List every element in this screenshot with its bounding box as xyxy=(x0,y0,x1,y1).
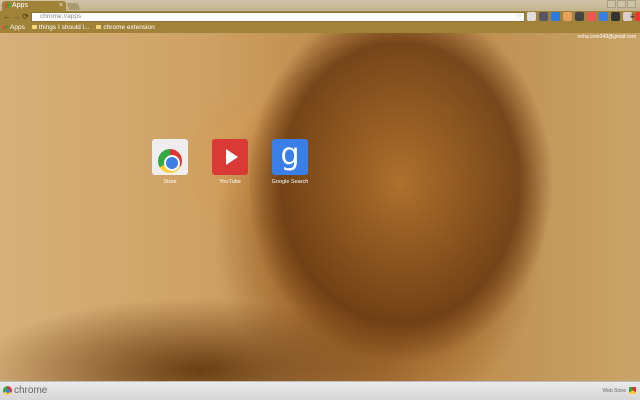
maximize-button[interactable] xyxy=(617,0,626,8)
chrome-logo-icon xyxy=(3,386,12,395)
app-label: Store xyxy=(163,179,177,185)
app-google-search[interactable]: g Google Search xyxy=(265,139,315,186)
extension-icon[interactable] xyxy=(575,12,584,21)
app-youtube[interactable]: YouTube xyxy=(205,139,255,185)
url-text: chrome://apps xyxy=(40,13,82,20)
apps-icon xyxy=(3,25,8,29)
bookmark-label: chrome extension xyxy=(103,24,155,31)
app-store[interactable]: Store xyxy=(145,139,195,185)
bookmark-star-icon[interactable]: ☆ xyxy=(516,13,522,21)
extension-icon[interactable] xyxy=(527,12,536,21)
apps-icon xyxy=(5,3,10,8)
apps-footer: chrome Web Store xyxy=(0,381,640,400)
bookmark-folder-chrome-extension[interactable]: chrome extension xyxy=(96,23,155,33)
extension-icon[interactable] xyxy=(563,12,572,21)
app-label: Google Search xyxy=(271,179,309,185)
app-label: YouTube xyxy=(219,179,241,185)
google-search-icon: g xyxy=(272,139,308,175)
reload-button[interactable]: ⟳ xyxy=(22,11,29,23)
folder-icon xyxy=(96,25,102,29)
window-controls xyxy=(607,0,636,8)
extension-icon[interactable] xyxy=(611,12,620,21)
bookmark-folder-things[interactable]: things I should l... xyxy=(31,23,90,33)
chrome-web-store-icon xyxy=(152,139,188,175)
bookmark-apps[interactable]: Apps xyxy=(3,23,25,33)
extension-icon[interactable] xyxy=(599,12,608,21)
bookmarks-bar: Apps things I should l... chrome extensi… xyxy=(0,23,640,33)
tab-title: Apps xyxy=(12,2,28,9)
bookmark-label: things I should l... xyxy=(38,24,90,31)
back-button[interactable]: ← xyxy=(3,11,11,23)
web-store-icon[interactable] xyxy=(629,387,636,394)
toolbar: ← → ⟳ chrome://apps ☆ ≡ xyxy=(0,11,640,23)
extension-icons xyxy=(527,12,640,21)
lion-body-shadow xyxy=(0,250,420,381)
forward-button[interactable]: → xyxy=(12,11,20,23)
close-window-button[interactable] xyxy=(627,0,636,8)
user-email[interactable]: neha.cree349@gmail.com xyxy=(578,34,636,40)
address-bar[interactable]: chrome://apps ☆ xyxy=(31,12,525,22)
web-store-link[interactable]: Web Store xyxy=(602,388,626,394)
folder-icon xyxy=(31,25,37,29)
chrome-brand: chrome xyxy=(14,385,48,396)
extension-icon[interactable] xyxy=(635,12,640,21)
youtube-icon xyxy=(212,139,248,175)
extension-icon[interactable] xyxy=(587,12,596,21)
new-tab-button[interactable] xyxy=(66,3,81,10)
tab-apps[interactable]: Apps × xyxy=(2,1,66,11)
title-bar: Apps × xyxy=(0,0,640,11)
bookmark-label: Apps xyxy=(10,24,25,31)
close-tab-icon[interactable]: × xyxy=(59,1,63,11)
menu-icon[interactable]: ≡ xyxy=(630,11,635,23)
minimize-button[interactable] xyxy=(607,0,616,8)
extension-icon[interactable] xyxy=(539,12,548,21)
extension-icon[interactable] xyxy=(551,12,560,21)
